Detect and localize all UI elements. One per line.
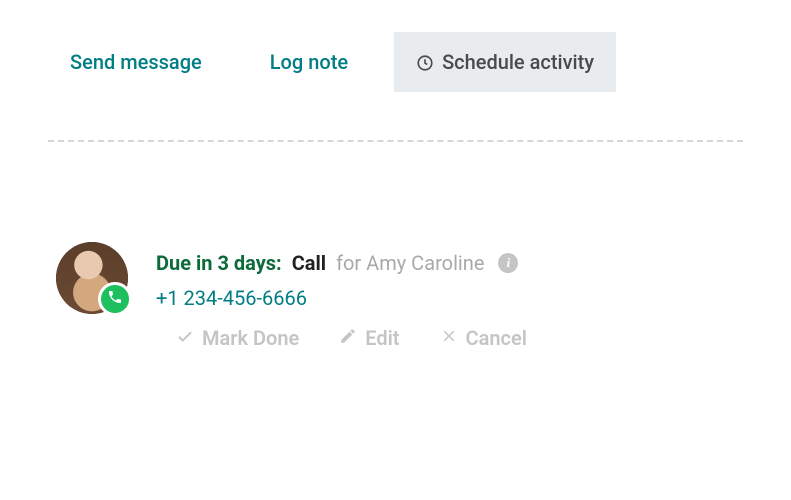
activity-phone[interactable]: +1 234-456-6666 [156,286,791,310]
tab-log-note[interactable]: Log note [248,32,370,92]
tab-label: Send message [70,50,202,74]
avatar-wrap [56,242,128,314]
info-icon[interactable]: i [498,253,518,273]
close-icon [440,326,458,350]
tab-send-message[interactable]: Send message [48,32,224,92]
cancel-button[interactable]: Cancel [440,326,527,350]
tab-schedule-activity[interactable]: Schedule activity [394,32,616,92]
mark-done-button[interactable]: Mark Done [176,326,299,350]
activity-item: Due in 3 days: Call for Amy Caroline i +… [0,142,791,350]
activity-type: Call [292,248,326,278]
due-label: Due in 3 days: [156,248,282,278]
pencil-icon [339,326,357,350]
tab-label: Log note [270,50,348,74]
activity-type-badge [98,282,132,316]
action-label: Mark Done [202,326,299,350]
activity-tabs: Send message Log note Schedule activity [0,0,791,92]
check-icon [176,326,194,350]
edit-button[interactable]: Edit [339,326,399,350]
action-label: Cancel [466,326,527,350]
action-label: Edit [365,326,399,350]
clock-icon [416,53,434,71]
tab-label: Schedule activity [442,50,594,74]
phone-icon [107,289,123,309]
activity-summary: Due in 3 days: Call for Amy Caroline i [156,248,791,278]
activity-actions: Mark Done Edit Cancel [156,326,791,350]
activity-person: for Amy Caroline [336,248,484,278]
activity-content: Due in 3 days: Call for Amy Caroline i +… [156,242,791,350]
